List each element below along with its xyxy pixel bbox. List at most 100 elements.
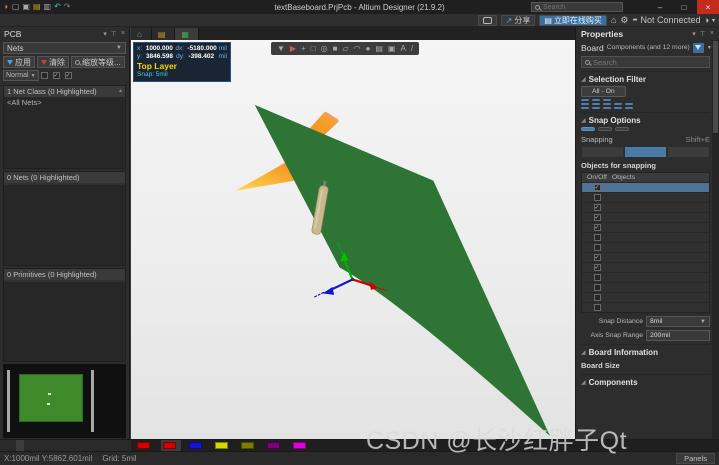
filter-rooms-button[interactable] <box>614 107 622 109</box>
properties-scrollbar[interactable] <box>712 40 719 439</box>
snap-object-row[interactable] <box>582 232 709 242</box>
panel-tab-pcb-filter[interactable] <box>24 440 32 451</box>
minimize-button[interactable]: – <box>649 0 671 14</box>
pointer-tool-icon[interactable]: ▼ <box>277 42 285 55</box>
snap-object-row[interactable]: ✓ <box>582 222 709 232</box>
panel-dropdown-icon[interactable]: ▾ <box>103 30 107 38</box>
string-tool-icon[interactable]: A <box>401 42 406 55</box>
share-button[interactable]: ↗ 分享 <box>500 14 536 26</box>
component-tool-icon[interactable]: ▤ <box>375 42 383 55</box>
panel-pin-icon[interactable]: ⊤ <box>700 30 706 38</box>
pcb-filter-mode-select[interactable]: Nets ▼ <box>3 42 126 54</box>
import-icon[interactable]: ▥ <box>44 3 52 11</box>
properties-search-field[interactable] <box>593 57 693 67</box>
snap-object-row[interactable]: ✓ <box>582 202 709 212</box>
room-tool-icon[interactable]: ▣ <box>388 42 396 55</box>
save-icon[interactable]: ▣ <box>22 3 30 11</box>
snapping-segment-1[interactable] <box>624 146 667 158</box>
checkbox-icon[interactable] <box>40 72 48 79</box>
snap-object-row[interactable] <box>582 272 709 282</box>
document-tab-2[interactable]: ▦ <box>175 28 199 40</box>
snap-object-row[interactable] <box>582 282 709 292</box>
home-button[interactable]: ⌂ <box>611 15 616 25</box>
snap-object-row[interactable] <box>582 192 709 202</box>
region-tool-icon[interactable]: ▱ <box>342 42 348 55</box>
filter-vias-button[interactable] <box>614 103 622 105</box>
filter-fills-button[interactable] <box>592 107 600 109</box>
all-on-button[interactable]: All - On <box>581 86 626 97</box>
filter-pads-button[interactable] <box>603 103 611 105</box>
arc-tool-icon[interactable]: ◠ <box>354 42 361 55</box>
primitives-header[interactable]: 0 Primitives (0 Highlighted) <box>4 268 125 280</box>
snap-object-row[interactable] <box>582 242 709 252</box>
document-tab-1[interactable]: ▤ <box>151 28 176 40</box>
properties-search[interactable] <box>581 56 710 68</box>
panel-tab-navigator[interactable] <box>8 440 16 451</box>
interactive-route-tool-icon[interactable]: ▶ <box>290 42 296 55</box>
checkbox-icon[interactable] <box>593 234 601 241</box>
clear-filter-button[interactable]: 清除 <box>37 56 69 68</box>
checkbox-icon[interactable]: ✓ <box>593 264 601 271</box>
new-document-icon[interactable]: ▢ <box>12 3 20 11</box>
board-information-section[interactable]: ◢ Board Information <box>581 344 710 359</box>
snapping-segment-2[interactable] <box>667 146 710 158</box>
checkbox-icon[interactable]: ✓ <box>52 72 60 79</box>
snap-grids-button[interactable] <box>581 127 595 131</box>
panel-tab-pcb[interactable] <box>16 440 24 451</box>
buy-online-button[interactable]: ▤ 立即在线购买 <box>539 14 607 26</box>
checkbox-icon[interactable]: ✓ <box>593 224 601 231</box>
snap-object-row[interactable] <box>582 292 709 302</box>
layer-set-chip[interactable] <box>135 440 155 451</box>
via-tool-icon[interactable]: ● <box>366 42 371 55</box>
snap-guides-button[interactable] <box>598 127 612 131</box>
checkbox-icon[interactable]: ✓ <box>64 72 72 79</box>
layer-chip-2[interactable] <box>213 440 233 451</box>
panel-close-icon[interactable]: × <box>121 30 125 38</box>
board-preview-thumbnail[interactable] <box>3 364 126 438</box>
connection-status[interactable]: Not Connected <box>632 15 701 25</box>
checkbox-icon[interactable] <box>593 284 601 291</box>
checkbox-icon[interactable] <box>593 274 601 281</box>
undo-icon[interactable]: ↶ <box>54 3 61 11</box>
filter-other-button[interactable] <box>625 107 633 109</box>
panels-button[interactable]: Panels <box>676 453 715 464</box>
keepout-tool-icon[interactable]: □ <box>311 42 316 55</box>
pcb-option-0[interactable] <box>40 72 50 79</box>
line-tool-icon[interactable]: / <box>411 42 413 55</box>
orange-wedge-body[interactable] <box>235 160 295 191</box>
checkbox-icon[interactable] <box>593 294 601 301</box>
apply-filter-button[interactable]: 应用 <box>3 56 35 68</box>
snap-object-row[interactable]: ✓ <box>582 182 709 192</box>
checkbox-icon[interactable] <box>593 244 601 251</box>
snap-object-row[interactable]: ✓ <box>582 212 709 222</box>
pcb-3d-canvas[interactable]: x: 1000.000 dx: -5180.000 mil y: 3846.598 d… <box>131 40 575 439</box>
filter-components-button[interactable] <box>581 99 589 101</box>
filter-texts-button[interactable] <box>603 107 611 109</box>
snap-object-row[interactable]: ✓ <box>582 252 709 262</box>
zoom-level-button[interactable]: 缩放等级... <box>71 56 125 68</box>
app-logo-icon[interactable]: ◗ <box>4 3 9 11</box>
global-search-input[interactable] <box>531 2 623 12</box>
filter-arcs-button[interactable] <box>592 103 600 105</box>
filter-3d-bodies-button[interactable] <box>592 99 600 101</box>
snap-object-row[interactable] <box>582 302 709 312</box>
layer-chip-5[interactable] <box>291 440 311 451</box>
user-account-button[interactable]: ◗ ▾ <box>705 15 715 25</box>
checkbox-icon[interactable]: ✓ <box>593 254 601 261</box>
pcb-option-1[interactable]: ✓ <box>52 72 62 79</box>
global-search-field[interactable] <box>543 3 613 11</box>
select-mode-dropdown[interactable]: Normal ▼ <box>3 70 39 81</box>
layer-chip-4[interactable] <box>265 440 285 451</box>
panel-tab-projects[interactable] <box>0 440 8 451</box>
snap-object-row[interactable]: ✓ <box>582 262 709 272</box>
net-class-header[interactable]: 1 Net Class (0 Highlighted) ▴ <box>4 86 125 97</box>
selection-filter-section[interactable]: ◢ Selection Filter <box>581 71 710 86</box>
scope-selector[interactable]: Components (and 12 more) <box>607 44 690 51</box>
open-folder-icon[interactable]: ▤ <box>33 3 41 11</box>
checkbox-icon[interactable]: ✓ <box>593 184 601 191</box>
scope-filter-icon[interactable] <box>692 42 704 53</box>
checkbox-icon[interactable] <box>593 194 601 201</box>
pcb-option-2[interactable]: ✓ <box>64 72 74 79</box>
pad-tool-icon[interactable]: ◎ <box>321 42 328 55</box>
filter-keepouts-button[interactable] <box>603 99 611 101</box>
